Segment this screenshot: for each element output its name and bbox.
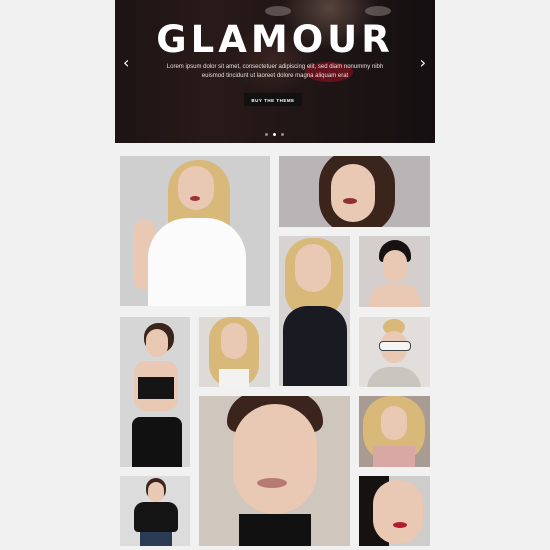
slider-pagination [265,133,284,136]
slider-dot[interactable] [265,133,268,136]
hero-description-line: Lorem ipsum dolor sit amet, consectetuer… [166,64,384,70]
slider-dot[interactable] [281,133,284,136]
hero-slider: GLAMOUR Lorem ipsum dolor sit amet, cons… [115,0,435,143]
photo-asian-red-lips[interactable] [359,476,430,546]
photo-large-face-closeup[interactable] [199,396,350,546]
photo-black-tshirt[interactable] [120,476,190,546]
photo-short-dark-hair[interactable] [359,236,430,307]
next-slide-arrow-icon[interactable]: › [420,55,426,71]
photo-brunette-black-top[interactable] [120,317,190,467]
photo-curly-blonde[interactable] [359,396,430,467]
photo-long-blonde-hair[interactable] [199,317,270,387]
slider-dot-active[interactable] [273,133,276,136]
hero-description: Lorem ipsum dolor sit amet, consectetuer… [165,63,385,81]
hero-title: GLAMOUR [156,18,394,61]
photo-blonde-black-sequins[interactable] [279,236,350,386]
buy-theme-button[interactable]: BUY THE THEME [244,93,302,106]
photo-blonde-white-dress[interactable] [120,156,270,306]
hero-description-line: euismod tincidunt ut laoreet dolore magn… [201,73,349,79]
prev-slide-arrow-icon[interactable]: ‹ [123,55,129,71]
photo-sunglasses-bun[interactable] [359,317,430,387]
photo-brunette-closeup[interactable] [279,156,430,227]
